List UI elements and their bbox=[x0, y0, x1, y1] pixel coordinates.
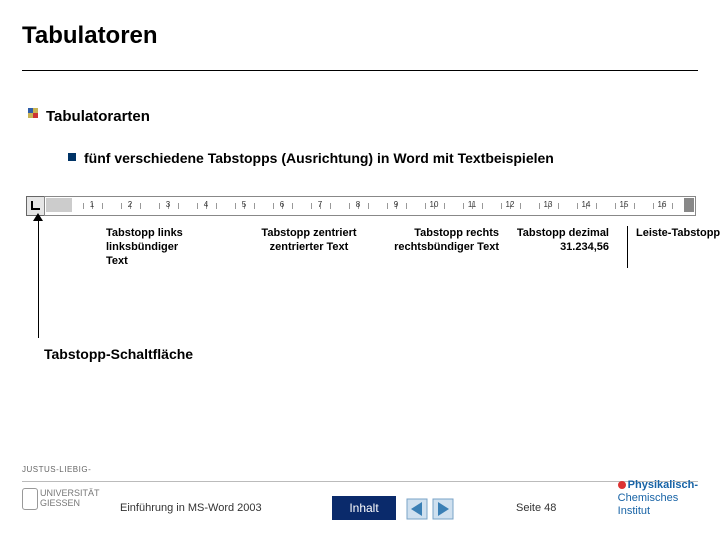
ruler-tick-label: 3 bbox=[166, 200, 170, 209]
ruler-tick-label: 2 bbox=[128, 200, 132, 209]
dot-icon bbox=[618, 481, 626, 489]
ruler-tick-label: 15 bbox=[620, 200, 629, 209]
bullet-icon bbox=[68, 153, 76, 161]
university-name-2: UNIVERSITÄT bbox=[40, 488, 100, 498]
example-decimal-tab: Tabstopp dezimal 31.234,56 bbox=[499, 226, 609, 254]
example-center-tab: Tabstopp zentriert zentrierter Text bbox=[249, 226, 369, 254]
pointer-line bbox=[38, 218, 39, 338]
ruler-tick-label: 6 bbox=[280, 200, 284, 209]
prev-button[interactable] bbox=[406, 498, 428, 520]
ruler-tick-label: 10 bbox=[430, 200, 439, 209]
ruler-tick-label: 13 bbox=[544, 200, 553, 209]
university-logo bbox=[22, 488, 38, 510]
title-divider bbox=[22, 70, 698, 71]
institute-line3: Institut bbox=[618, 505, 650, 517]
bar-tab-line bbox=[627, 226, 628, 268]
ruler-tick-label: 16 bbox=[658, 200, 667, 209]
ruler-scale: 12345678910111213141516 bbox=[73, 198, 683, 212]
course-title: Einführung in MS-Word 2003 bbox=[120, 502, 262, 514]
bullet-icon bbox=[28, 108, 38, 118]
ruler-tick-label: 8 bbox=[356, 200, 360, 209]
ruler-tick-label: 5 bbox=[242, 200, 246, 209]
ruler-tick-label: 4 bbox=[204, 200, 208, 209]
footer-divider bbox=[22, 481, 698, 482]
university-name-3: GIESSEN bbox=[40, 498, 80, 508]
ruler-tick-label: 1 bbox=[90, 200, 94, 209]
ruler-tick-label: 7 bbox=[318, 200, 322, 209]
tabstop-examples: Tabstopp links linksbündiger Text Tabsto… bbox=[44, 226, 694, 296]
ruler-tick-label: 11 bbox=[468, 200, 476, 209]
ruler-margin-left bbox=[46, 198, 72, 212]
example-right-tab: Tabstopp rechts rechtsbündiger Text bbox=[369, 226, 499, 254]
ruler-tick-label: 14 bbox=[582, 200, 591, 209]
tabstop-button-caption: Tabstopp-Schaltfläche bbox=[44, 346, 193, 362]
bullet-level1: Tabulatorarten bbox=[46, 108, 150, 125]
ruler-tick-label: 9 bbox=[394, 200, 398, 209]
institute-line1: Physikalisch- bbox=[628, 479, 698, 491]
word-ruler: 12345678910111213141516 bbox=[44, 196, 696, 216]
example-bar-tab: Leiste-Tabstopp bbox=[636, 226, 720, 240]
page-number: Seite 48 bbox=[516, 502, 556, 514]
arrow-up-icon bbox=[33, 213, 43, 221]
bullet-level2: fünf verschiedene Tabstopps (Ausrichtung… bbox=[84, 150, 554, 166]
page-title: Tabulatoren bbox=[22, 22, 158, 50]
contents-button[interactable]: Inhalt bbox=[332, 496, 396, 520]
ruler-margin-right bbox=[684, 198, 694, 212]
institute-line2: Chemisches bbox=[618, 492, 679, 504]
university-name-1: JUSTUS-LIEBIG- bbox=[22, 465, 91, 474]
institute-logo: Physikalisch- Chemisches Institut bbox=[618, 479, 698, 518]
next-button[interactable] bbox=[432, 498, 454, 520]
ruler-tick-label: 12 bbox=[506, 200, 515, 209]
example-left-tab: Tabstopp links linksbündiger Text bbox=[106, 226, 183, 268]
